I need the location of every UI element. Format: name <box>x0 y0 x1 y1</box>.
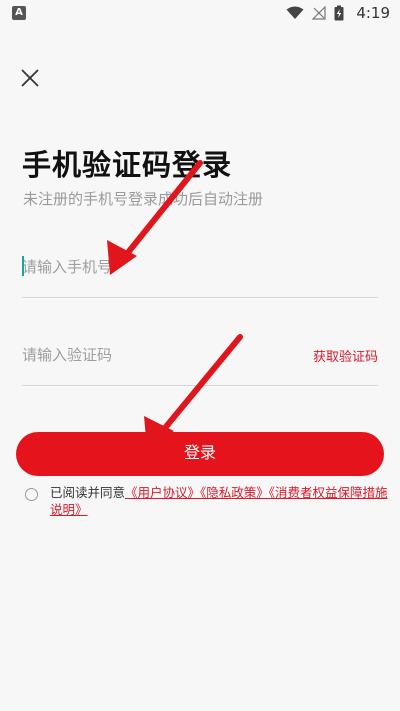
page-subtitle: 未注册的手机号登录成功后自动注册 <box>23 190 264 208</box>
close-button[interactable] <box>18 66 42 90</box>
agreement-text: 已阅读并同意《用户协议》《隐私政策》《消费者权益保障措施说明》 <box>50 484 388 518</box>
phone-field-container <box>22 248 378 298</box>
get-code-button[interactable]: 获取验证码 <box>313 346 378 365</box>
status-time: 4:19 <box>356 4 390 22</box>
app-notification-icon: A <box>12 6 26 20</box>
agreement-checkbox[interactable] <box>25 488 38 501</box>
status-bar: A 4:19 <box>0 0 400 28</box>
battery-charging-icon <box>334 5 344 21</box>
close-icon <box>21 69 39 87</box>
phone-input[interactable] <box>22 248 302 286</box>
user-agreement-link[interactable]: 《用户协议》 <box>125 485 200 500</box>
agreement-prefix: 已阅读并同意 <box>50 485 126 500</box>
wifi-icon <box>286 6 304 19</box>
login-button[interactable]: 登录 <box>16 432 384 476</box>
code-field-container: 获取验证码 <box>22 336 378 386</box>
privacy-policy-link[interactable]: 《隐私政策》 <box>200 485 269 500</box>
page-title: 手机验证码登录 <box>22 148 233 182</box>
verification-code-input[interactable] <box>22 336 302 374</box>
no-signal-icon <box>312 6 326 20</box>
text-caret <box>22 256 24 276</box>
